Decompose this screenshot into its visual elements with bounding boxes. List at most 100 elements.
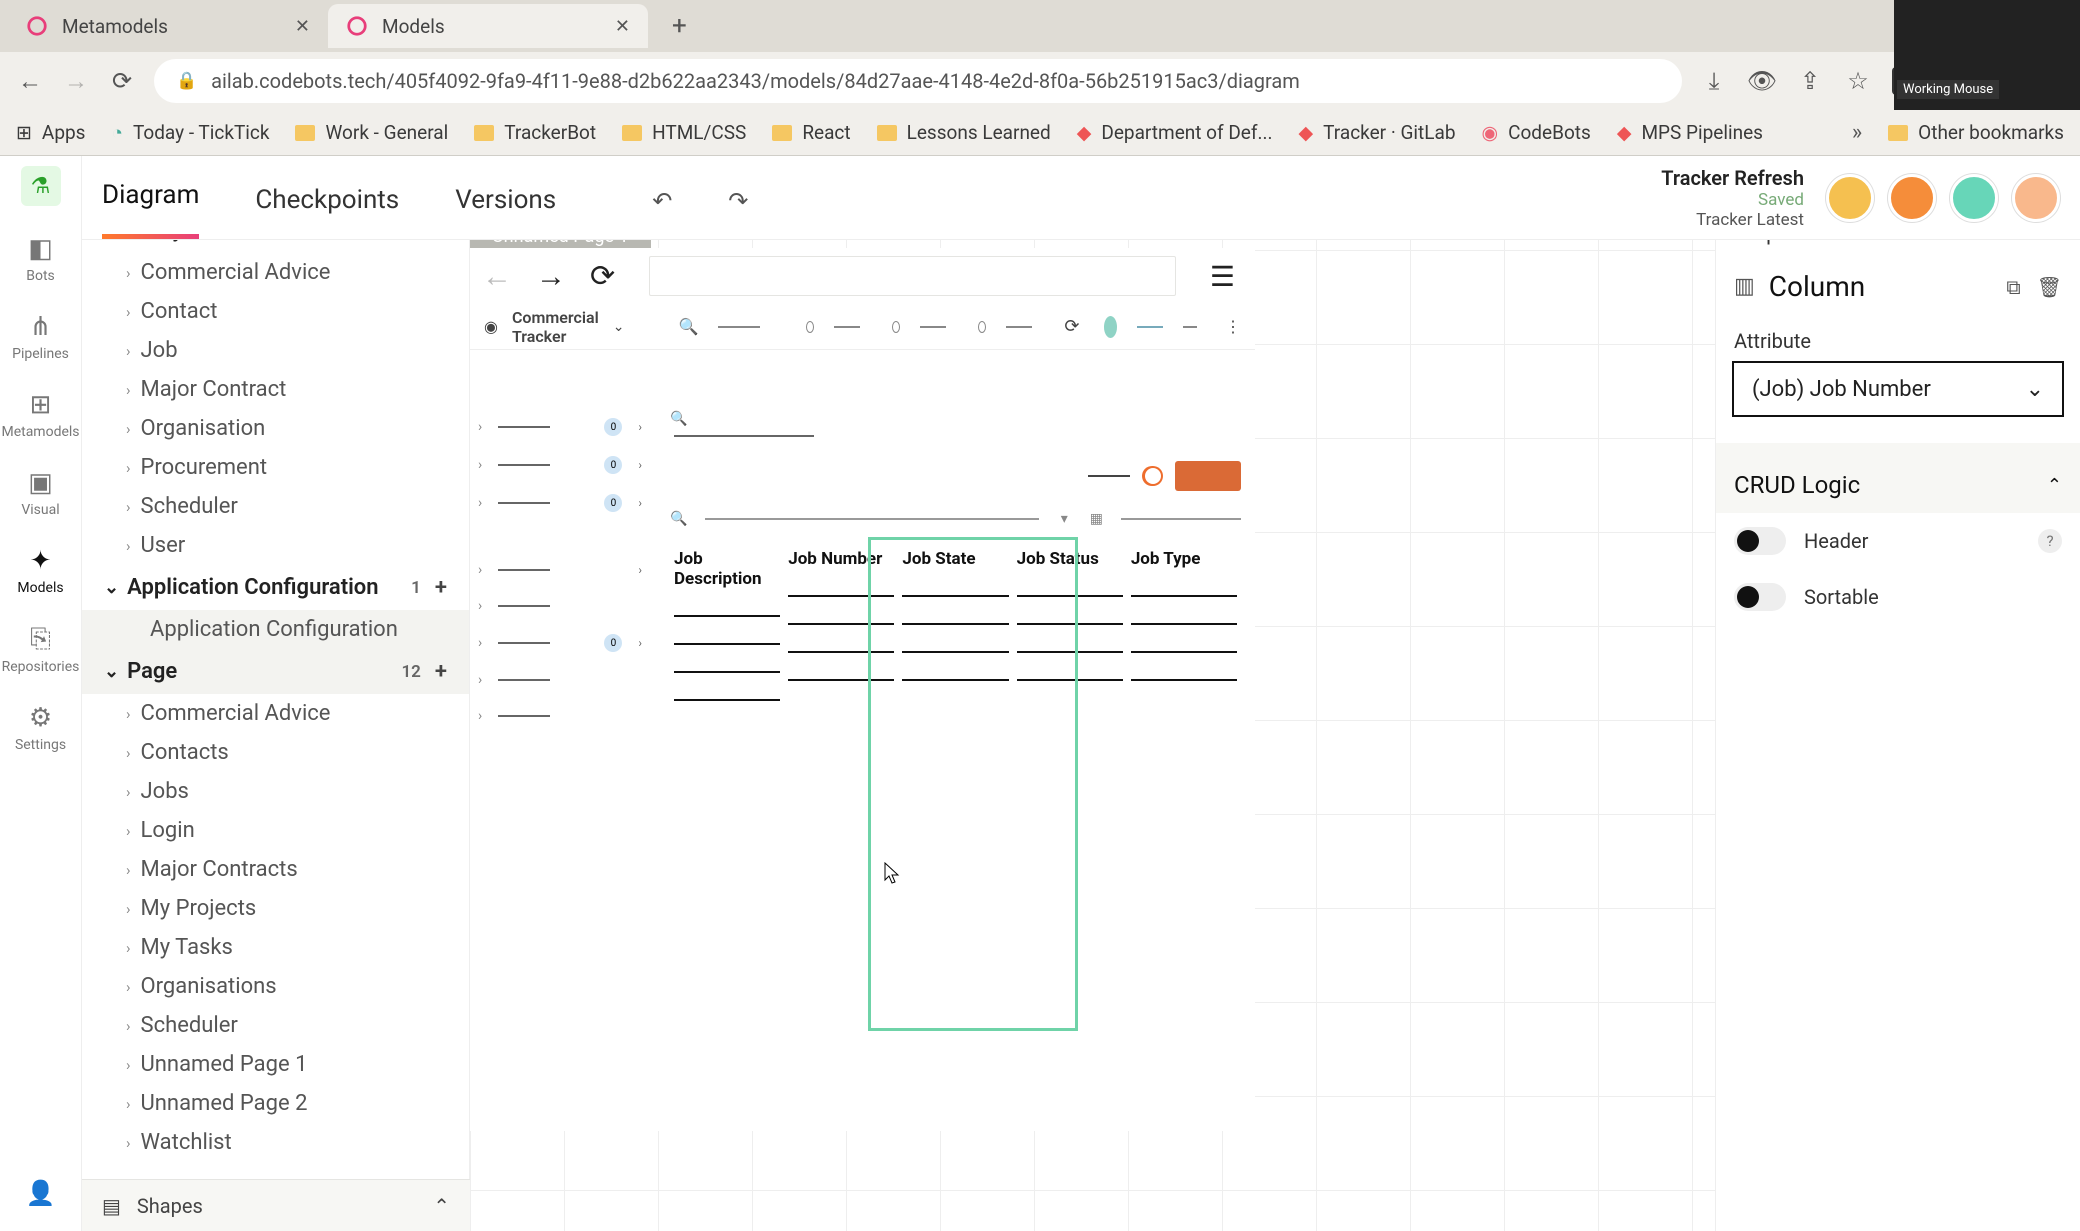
entity-item[interactable]: ›User xyxy=(82,526,469,565)
eye-off-icon[interactable]: 👁 xyxy=(1748,67,1776,95)
chevron-right-icon: › xyxy=(126,1056,131,1074)
entity-item[interactable]: ›Job xyxy=(82,331,469,370)
bookmark-item[interactable]: ◆Tracker · GitLab xyxy=(1299,121,1456,144)
tab-metamodels[interactable]: Metamodels ✕ xyxy=(8,4,328,48)
toggle-switch[interactable] xyxy=(1734,583,1786,611)
attribute-select[interactable]: (Job) Job Number ⌄ xyxy=(1732,361,2064,417)
entity-item[interactable]: ›Commercial Advice xyxy=(82,253,469,292)
delete-icon[interactable]: 🗑 xyxy=(2037,275,2062,299)
forward-button[interactable]: → xyxy=(62,67,90,95)
share-icon[interactable]: ⇪ xyxy=(1796,67,1824,95)
bookmark-item[interactable]: ◆Department of Def... xyxy=(1077,121,1273,144)
table-column[interactable]: Job State xyxy=(898,543,1012,733)
tab-models[interactable]: Models ✕ xyxy=(328,4,648,48)
radio-icon xyxy=(806,321,814,333)
crud-header-toggle[interactable]: Header ? xyxy=(1716,513,2080,569)
section-page[interactable]: ⌄ Page 12 + xyxy=(82,649,469,694)
bookmark-item[interactable]: ◔Today - TickTick xyxy=(111,121,269,145)
entity-item[interactable]: ›Major Contract xyxy=(82,370,469,409)
chevron-down-icon: ⌄ xyxy=(2026,377,2044,402)
rail-metamodels[interactable]: ⊞Metamodels xyxy=(1,390,79,440)
page-item[interactable]: ›Major Contracts xyxy=(82,850,469,889)
page-item[interactable]: ›Login xyxy=(82,811,469,850)
help-icon[interactable]: ? xyxy=(2038,529,2062,553)
redo-button[interactable]: ↷ xyxy=(728,163,748,239)
rail-bots[interactable]: ◧Bots xyxy=(26,234,55,284)
page-item[interactable]: ›Scheduler xyxy=(82,1006,469,1045)
nav-diagram[interactable]: Diagram xyxy=(102,156,199,239)
nav-versions[interactable]: Versions xyxy=(455,161,556,239)
user-menu[interactable]: 👤 xyxy=(26,1179,56,1207)
crud-section[interactable]: CRUD Logic ⌃ xyxy=(1716,443,2080,513)
bookmark-item[interactable]: React xyxy=(772,121,850,144)
bookmark-item[interactable]: ◉CodeBots xyxy=(1482,121,1591,144)
app-logo[interactable]: ⚗ xyxy=(21,166,61,206)
canvas[interactable]: Unnamed Page 1 ← → ⟳ ☰ ◉ Commercial Trac… xyxy=(470,156,1715,1231)
back-button[interactable]: ← xyxy=(16,67,44,95)
favicon-icon xyxy=(346,15,368,37)
entity-item[interactable]: ›Organisation xyxy=(82,409,469,448)
rail-settings[interactable]: ⚙Settings xyxy=(15,703,66,753)
folder-icon xyxy=(877,125,897,141)
new-tab-button[interactable]: + xyxy=(660,11,699,41)
other-bookmarks[interactable]: Other bookmarks xyxy=(1888,121,2064,144)
rail-repositories[interactable]: ⎘Repositories xyxy=(2,624,80,675)
apps-button[interactable]: ⊞Apps xyxy=(16,121,85,144)
entity-item[interactable]: ›Contact xyxy=(82,292,469,331)
video-pip[interactable]: Working Mouse xyxy=(1894,0,2080,110)
page-item[interactable]: ›My Tasks xyxy=(82,928,469,967)
page-item[interactable]: ›Organisations xyxy=(82,967,469,1006)
page-item[interactable]: ›Watchlist xyxy=(82,1123,469,1162)
page-item[interactable]: ›Commercial Advice xyxy=(82,694,469,733)
close-icon[interactable]: ✕ xyxy=(295,16,310,37)
entity-item[interactable]: ›Procurement xyxy=(82,448,469,487)
bookmark-overflow[interactable]: » xyxy=(1852,120,1862,145)
shapes-panel[interactable]: ▤ Shapes ⌃ xyxy=(82,1179,470,1231)
rail-visual[interactable]: ▣Visual xyxy=(21,468,59,518)
table-column[interactable]: Job Status xyxy=(1013,543,1127,733)
appconfig-item[interactable]: Application Configuration xyxy=(82,610,469,649)
close-icon[interactable]: ✕ xyxy=(615,16,630,37)
avatar[interactable] xyxy=(1950,174,1998,222)
section-appconfig[interactable]: ⌄ Application Configuration 1 + xyxy=(82,565,469,610)
page-item[interactable]: ›Unnamed Page 1 xyxy=(82,1045,469,1084)
table-column[interactable]: Job Type xyxy=(1127,543,1241,733)
bookmark-item[interactable]: HTML/CSS xyxy=(622,121,746,144)
star-icon[interactable]: ☆ xyxy=(1844,67,1872,95)
rail-pipelines[interactable]: ⋔Pipelines xyxy=(12,312,69,362)
pipeline-icon: ⋔ xyxy=(30,312,52,342)
install-icon[interactable]: ⤓ xyxy=(1700,67,1728,95)
table-column-selected[interactable]: Job Number xyxy=(784,543,898,733)
add-page-button[interactable]: + xyxy=(435,659,447,684)
bookmark-item[interactable]: TrackerBot xyxy=(474,121,596,144)
chevron-right-icon: › xyxy=(126,342,131,360)
nav-checkpoints[interactable]: Checkpoints xyxy=(255,161,399,239)
table-column[interactable]: Job Description xyxy=(670,543,784,733)
page-item[interactable]: ›Unnamed Page 2 xyxy=(82,1084,469,1123)
bookmark-item[interactable]: Work - General xyxy=(295,121,448,144)
chevron-right-icon: › xyxy=(126,783,131,801)
bookmark-item[interactable]: Lessons Learned xyxy=(877,121,1051,144)
toggle-switch[interactable] xyxy=(1734,527,1786,555)
avatar[interactable] xyxy=(2012,174,2060,222)
add-config-button[interactable]: + xyxy=(435,575,447,600)
page-item[interactable]: ›Jobs xyxy=(82,772,469,811)
reload-button[interactable]: ⟳ xyxy=(108,67,136,95)
chevron-right-icon: › xyxy=(126,1095,131,1113)
address-bar[interactable]: 🔒 ailab.codebots.tech/405f4092-9fa9-4f11… xyxy=(154,59,1682,103)
avatar[interactable] xyxy=(1888,174,1936,222)
page-item[interactable]: ›Contacts xyxy=(82,733,469,772)
lock-icon: 🔒 xyxy=(176,71,197,91)
mock-table: Job Description Job Number Job State xyxy=(670,543,1241,733)
avatar[interactable] xyxy=(1826,174,1874,222)
duplicate-icon[interactable]: ⧉ xyxy=(2006,275,2020,299)
bookmark-item[interactable]: ◆MPS Pipelines xyxy=(1617,121,1763,144)
apps-icon: ⊞ xyxy=(16,121,32,144)
undo-button[interactable]: ↶ xyxy=(652,163,672,239)
page-item[interactable]: ›My Projects xyxy=(82,889,469,928)
rail-models[interactable]: ✦Models xyxy=(17,546,63,596)
crud-sortable-toggle[interactable]: Sortable xyxy=(1716,569,2080,625)
url-text: ailab.codebots.tech/405f4092-9fa9-4f11-9… xyxy=(211,69,1300,93)
top-nav: Diagram Checkpoints Versions ↶ ↷ Tracker… xyxy=(82,156,2080,240)
entity-item[interactable]: ›Scheduler xyxy=(82,487,469,526)
